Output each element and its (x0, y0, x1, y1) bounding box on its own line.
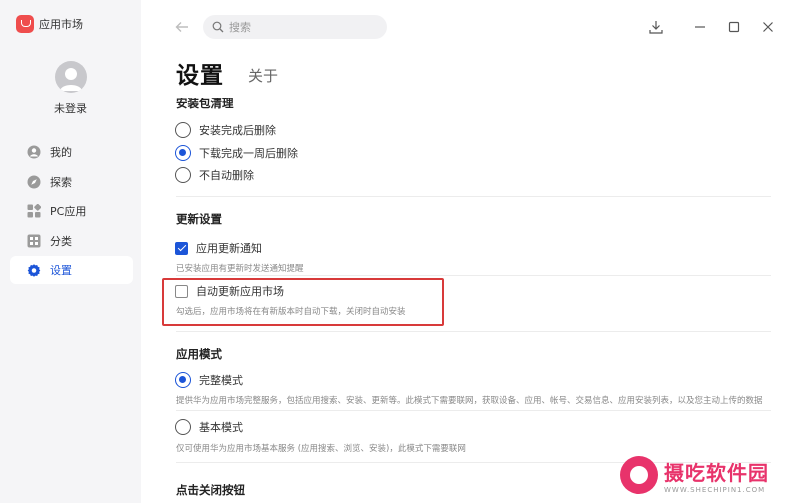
section-title-update: 更新设置 (176, 212, 222, 226)
radio-button[interactable] (175, 167, 191, 183)
option-update-notify[interactable]: 应用更新通知 (175, 240, 262, 256)
close-window-button[interactable] (757, 16, 779, 38)
sidebar-item-categories[interactable]: 分类 (10, 227, 133, 255)
sidebar-item-pc-apps[interactable]: PC应用 (10, 197, 133, 225)
search-bar[interactable] (203, 15, 387, 39)
divider (176, 196, 771, 197)
arrow-left-icon (175, 22, 188, 32)
section-title-close: 点击关闭按钮 (176, 483, 245, 497)
settings-content[interactable]: 安装包清理 安装完成后删除 下载完成一周后删除 不自动删除 更新设置 应用更新通… (141, 98, 800, 503)
sidebar-item-explore[interactable]: 探索 (10, 168, 133, 196)
highlight-annotation-box (162, 278, 444, 326)
minimize-button[interactable] (689, 16, 711, 38)
gear-icon (27, 263, 41, 277)
sidebar-item-label: 设置 (50, 264, 72, 277)
maximize-button[interactable] (723, 16, 745, 38)
close-icon (763, 22, 773, 32)
grid-icon (27, 204, 41, 218)
option-label: 基本模式 (199, 421, 243, 434)
option-basic-mode[interactable]: 基本模式 (175, 419, 243, 435)
option-full-mode[interactable]: 完整模式 (175, 372, 243, 388)
sidebar-item-label: PC应用 (50, 205, 87, 218)
back-button[interactable] (172, 17, 192, 37)
app-brand: 应用市场 (16, 15, 83, 33)
option-label: 完整模式 (199, 374, 243, 387)
option-label: 不自动删除 (199, 169, 254, 182)
divider (176, 410, 771, 411)
category-icon (27, 234, 41, 248)
option-label: 下载完成一周后删除 (199, 147, 298, 160)
sidebar-nav: 我的 探索 PC应用 分类 设置 (10, 138, 133, 286)
avatar[interactable] (55, 61, 87, 93)
section-title-mode: 应用模式 (176, 347, 222, 361)
watermark-logo-icon (620, 456, 658, 494)
radio-button[interactable] (175, 419, 191, 435)
option-label: 应用更新通知 (196, 242, 262, 255)
sidebar-item-mine[interactable]: 我的 (10, 138, 133, 166)
app-title: 应用市场 (39, 18, 83, 31)
divider (176, 331, 771, 332)
option-label: 安装完成后删除 (199, 124, 276, 137)
avatar-person-icon (60, 68, 82, 91)
user-icon (27, 145, 41, 159)
radio-button-selected[interactable] (175, 145, 191, 161)
checkbox-checked[interactable] (175, 241, 188, 255)
sidebar-item-label: 我的 (50, 146, 72, 159)
minimize-icon (695, 26, 705, 28)
option-delete-after-week[interactable]: 下载完成一周后删除 (175, 145, 298, 161)
tab-about[interactable]: 关于 (248, 65, 278, 86)
search-input[interactable] (229, 20, 369, 34)
app-logo-icon (16, 15, 34, 33)
page-title: 设置 (176, 63, 224, 89)
option-no-auto-delete[interactable]: 不自动删除 (175, 167, 254, 183)
search-icon (212, 21, 224, 33)
sidebar: 应用市场 未登录 我的 探索 PC应用 分类 设置 (0, 0, 141, 503)
radio-button[interactable] (175, 122, 191, 138)
watermark-url: WWW.SHECHIPIN1.COM (664, 485, 766, 494)
sidebar-item-settings[interactable]: 设置 (10, 256, 133, 284)
section-title-cleanup: 安装包清理 (176, 98, 234, 110)
login-label[interactable]: 未登录 (0, 100, 141, 116)
download-icon (649, 21, 663, 34)
compass-icon (27, 175, 41, 189)
sidebar-item-label: 分类 (50, 234, 72, 248)
divider (176, 275, 771, 276)
watermark-name: 摄吃软件园 (664, 460, 769, 485)
full-mode-description: 提供华为应用市场完整服务，包括应用搜索、安装、更新等。此模式下需要联网，获取设备… (176, 396, 763, 406)
radio-button-selected[interactable] (175, 372, 191, 388)
watermark: 摄吃软件园 WWW.SHECHIPIN1.COM (620, 456, 769, 494)
basic-mode-description: 仅可使用华为应用市场基本服务 (应用搜索、浏览、安装)，此模式下需要联网 (176, 444, 466, 454)
maximize-icon (728, 21, 740, 33)
sidebar-item-label: 探索 (50, 175, 72, 189)
update-notify-description: 已安装应用有更新时发送通知提醒 (176, 264, 304, 274)
option-delete-after-install[interactable]: 安装完成后删除 (175, 122, 276, 138)
download-button[interactable] (645, 16, 667, 38)
